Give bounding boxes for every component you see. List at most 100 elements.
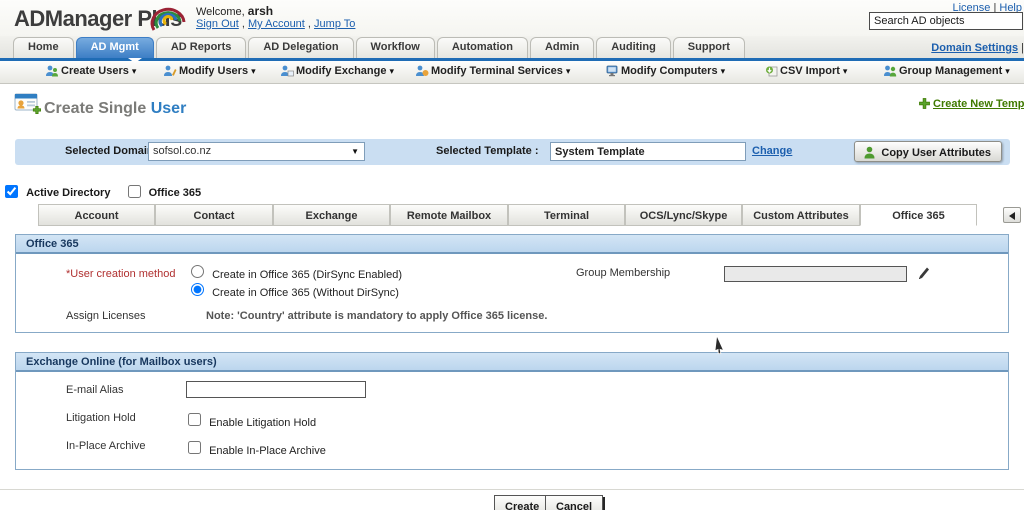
selected-template-label: Selected Template : xyxy=(436,145,539,157)
radio-without-dirsync-row: Create in Office 365 (Without DirSync) xyxy=(191,283,399,299)
page-title-prefix: Create Single xyxy=(44,100,146,117)
nav-tab-automation[interactable]: Automation xyxy=(437,37,528,58)
group-membership-input[interactable] xyxy=(724,266,907,282)
toolbar-label: Modify Exchange xyxy=(296,65,386,77)
create-button[interactable]: Create xyxy=(494,495,550,510)
welcome-prefix: Welcome, xyxy=(196,6,245,18)
create-new-template-wrap: Create New Temp xyxy=(919,98,1024,110)
litigation-hold-row: Enable Litigation Hold xyxy=(188,413,316,429)
search-ad-objects-input[interactable] xyxy=(869,12,1023,30)
nav-tab-ad-reports[interactable]: AD Reports xyxy=(156,37,247,58)
tab-remote-mailbox[interactable]: Remote Mailbox xyxy=(390,204,508,226)
copy-user-attributes-button[interactable]: Copy User Attributes xyxy=(854,141,1002,162)
page-title-row: Create Single User Create New Temp xyxy=(0,88,1024,128)
nav-tab-ad-delegation[interactable]: AD Delegation xyxy=(248,37,353,58)
mouse-cursor xyxy=(712,336,728,354)
toolbar-label: CSV Import xyxy=(780,65,840,77)
chevron-down-icon: ▾ xyxy=(566,66,571,76)
selected-domain-value: sofsol.co.nz xyxy=(153,145,211,157)
tab-office-365[interactable]: Office 365 xyxy=(860,204,977,226)
chevron-down-icon: ▾ xyxy=(1005,66,1010,76)
enable-litigation-hold-checkbox[interactable] xyxy=(188,413,201,426)
users-icon xyxy=(45,65,59,77)
pencil-icon[interactable] xyxy=(916,266,930,280)
my-account-link[interactable]: My Account xyxy=(248,18,305,30)
change-template-link[interactable]: Change xyxy=(752,145,792,157)
create-user-icon xyxy=(14,92,44,118)
toolbar-csv-import[interactable]: CSV Import▾ xyxy=(765,65,847,81)
nav-tab-home[interactable]: Home xyxy=(13,37,74,58)
selected-domain-label: Selected Domain: xyxy=(65,145,157,157)
tab-exchange[interactable]: Exchange xyxy=(273,204,390,226)
group-icon xyxy=(883,65,897,77)
action-toolbar: Create Users▾ Modify Users▾ Modify Excha… xyxy=(0,61,1024,84)
assign-licenses-label: Assign Licenses xyxy=(66,310,146,322)
user-exchange-icon xyxy=(280,65,294,77)
active-directory-label[interactable]: Active Directory xyxy=(26,187,110,199)
nav-tab-admin[interactable]: Admin xyxy=(530,37,594,58)
radio-without-dirsync[interactable] xyxy=(191,283,204,296)
nav-tab-auditing[interactable]: Auditing xyxy=(596,37,671,58)
user-creation-method-label: *User creation method xyxy=(66,268,175,280)
domain-template-bar: Selected Domain: sofsol.co.nz ▼ Selected… xyxy=(15,139,1010,165)
tab-account[interactable]: Account xyxy=(38,204,155,226)
link-separator: , xyxy=(308,18,311,30)
create-new-template-link[interactable]: Create New Temp xyxy=(933,98,1024,110)
toolbar-modify-exchange[interactable]: Modify Exchange▾ xyxy=(280,65,394,81)
arrow-left-icon xyxy=(1009,212,1015,220)
enable-in-place-archive-checkbox[interactable] xyxy=(188,441,201,454)
toolbar-label: Group Management xyxy=(899,65,1002,77)
toolbar-label: Modify Terminal Services xyxy=(431,65,563,77)
toolbar-label: Create Users xyxy=(61,65,129,77)
jump-to-link[interactable]: Jump To xyxy=(314,18,355,30)
nav-tab-support[interactable]: Support xyxy=(673,37,745,58)
sign-out-link[interactable]: Sign Out xyxy=(196,18,239,30)
office-365-label[interactable]: Office 365 xyxy=(149,187,202,199)
footer-divider xyxy=(0,489,1024,490)
domain-settings-link[interactable]: Domain Settings xyxy=(931,42,1018,54)
office-365-checkbox[interactable] xyxy=(128,185,141,198)
office-365-section-header: Office 365 xyxy=(16,235,1008,254)
chevron-down-icon: ▾ xyxy=(132,66,137,76)
cancel-button[interactable]: Cancel xyxy=(545,495,603,510)
litigation-hold-label: Litigation Hold xyxy=(66,412,136,424)
account-links: Sign Out , My Account , Jump To xyxy=(196,18,355,30)
selected-template-input[interactable] xyxy=(550,142,746,161)
radio-dirsync-enabled-row: Create in Office 365 (DirSync Enabled) xyxy=(191,265,402,281)
toolbar-group-management[interactable]: Group Management▾ xyxy=(883,65,1010,81)
toolbar-modify-computers[interactable]: Modify Computers▾ xyxy=(605,65,725,81)
tab-custom-attributes[interactable]: Custom Attributes xyxy=(742,204,860,226)
radio-dirsync-enabled[interactable] xyxy=(191,265,204,278)
copy-user-attributes-label: Copy User Attributes xyxy=(881,147,991,159)
radio-dirsync-enabled-label[interactable]: Create in Office 365 (DirSync Enabled) xyxy=(212,269,402,281)
chevron-down-icon: ▾ xyxy=(843,66,848,76)
nav-tab-workflow[interactable]: Workflow xyxy=(356,37,435,58)
enable-litigation-hold-label[interactable]: Enable Litigation Hold xyxy=(209,417,316,429)
welcome-text: Welcome, arsh xyxy=(196,4,273,18)
link-separator: , xyxy=(242,18,245,30)
radio-without-dirsync-label[interactable]: Create in Office 365 (Without DirSync) xyxy=(212,287,399,299)
main-navbar: Home AD Mgmt AD Reports AD Delegation Wo… xyxy=(0,36,1024,58)
dropdown-arrow-icon: ▼ xyxy=(351,147,359,156)
tab-scroll-left-button[interactable] xyxy=(1003,207,1021,223)
mode-toggle-row: Active Directory Office 365 xyxy=(5,185,215,201)
chevron-down-icon: ▾ xyxy=(251,66,256,76)
toolbar-modify-users[interactable]: Modify Users▾ xyxy=(163,65,256,81)
email-alias-label: E-mail Alias xyxy=(66,384,123,396)
domain-settings-wrap: Domain Settings | xyxy=(931,42,1024,54)
user-edit-icon xyxy=(163,65,177,77)
group-membership-label: Group Membership xyxy=(576,267,670,279)
enable-in-place-archive-label[interactable]: Enable In-Place Archive xyxy=(209,445,326,457)
active-tab-notch xyxy=(128,58,142,63)
tab-ocs-lync-skype[interactable]: OCS/Lync/Skype xyxy=(625,204,742,226)
tab-contact[interactable]: Contact xyxy=(155,204,273,226)
tab-terminal[interactable]: Terminal xyxy=(508,204,625,226)
nav-tab-ad-mgmt[interactable]: AD Mgmt xyxy=(76,37,154,58)
country-note: Note: 'Country' attribute is mandatory t… xyxy=(206,310,547,322)
plus-icon xyxy=(919,98,930,109)
active-directory-checkbox[interactable] xyxy=(5,185,18,198)
selected-domain-select[interactable]: sofsol.co.nz ▼ xyxy=(148,142,365,161)
toolbar-modify-terminal-services[interactable]: Modify Terminal Services▾ xyxy=(415,65,570,81)
toolbar-create-users[interactable]: Create Users▾ xyxy=(45,65,136,81)
email-alias-input[interactable] xyxy=(186,381,366,398)
